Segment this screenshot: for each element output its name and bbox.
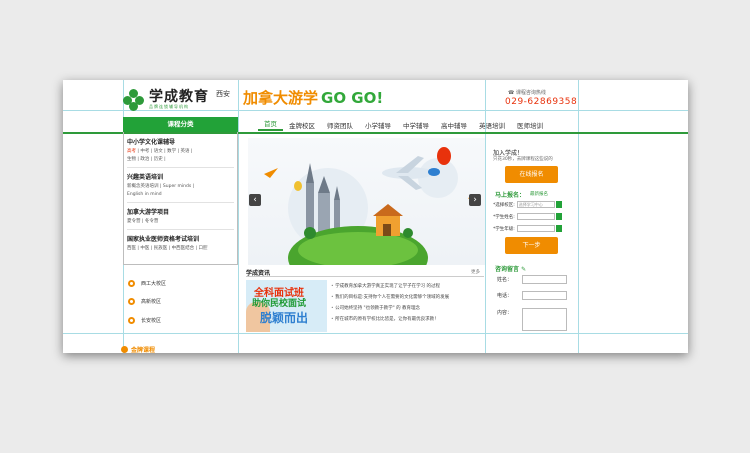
news-item[interactable]: 学成教育加拿大游学真正实现了让学子在学习 的过程: [331, 281, 491, 292]
news-item[interactable]: 所在城市的原有学校比比皆是，让你有最优良求教！: [331, 314, 491, 325]
main-nav: 首页 金牌校区 师资团队 小学辅导 中学辅导 高中辅导 英语培训 医师培训: [258, 117, 549, 132]
section-title-courses: 金牌课程: [121, 345, 155, 353]
category-links[interactable]: 高考 | 中考 | 语文 | 数学 | 英语 | 生物 | 政治 | 历史 |: [127, 148, 234, 164]
promo-main: 加拿大游学: [243, 89, 319, 107]
category-title[interactable]: 兴趣英语培训: [127, 172, 234, 181]
location-icon: [128, 280, 135, 287]
news-item[interactable]: 我们的目标是:支持你个人在需要的文化需够个领域的发展: [331, 292, 491, 303]
category-links[interactable]: 西医 | 中医 | 民族医 | 中西医结合 | 口腔: [127, 245, 234, 253]
campus-select[interactable]: 选择学习中心: [516, 201, 555, 208]
consult-phone-input[interactable]: [522, 291, 567, 300]
category-group: 加拿大游学项目 夏令营 | 冬令营: [127, 207, 234, 230]
select-dropdown-icon[interactable]: [555, 225, 562, 232]
web-page-mockup: 学成教育 品牌连锁辅导机构 西安 加拿大游学 GO GO! ☎ 课程咨询热线 02…: [63, 80, 688, 353]
category-title[interactable]: 加拿大游学项目: [127, 207, 234, 216]
hero-banner[interactable]: [248, 138, 485, 265]
guide-line: [578, 80, 579, 353]
student-grade-row: *学生年级:: [493, 225, 562, 232]
logo[interactable]: 学成教育 品牌连锁辅导机构: [123, 86, 209, 114]
promo-go: GO GO!: [321, 89, 384, 107]
field-marker-icon: [555, 213, 562, 220]
news-more-link[interactable]: 更多: [471, 269, 480, 275]
banner-prev-arrow[interactable]: ‹: [249, 194, 261, 206]
consult-phone-label: 电话：: [497, 293, 513, 299]
nav-item-middle[interactable]: 中学辅导: [397, 120, 435, 130]
banner-illustration: [264, 147, 480, 265]
news-image-line: 助你民校面试: [252, 299, 307, 309]
category-list: 中小学文化课辅导 高考 | 中考 | 语文 | 数学 | 英语 | 生物 | 政治…: [123, 132, 238, 265]
banner-next-arrow[interactable]: ›: [469, 194, 481, 206]
nav-item-primary[interactable]: 小学辅导: [359, 120, 397, 130]
logo-name: 学成教育: [149, 89, 209, 105]
category-header: 课程分类: [123, 117, 238, 132]
location-icon: [128, 298, 135, 305]
next-step-button[interactable]: 下一步: [505, 237, 558, 254]
nav-item-campus[interactable]: 金牌校区: [283, 120, 321, 130]
news-image-line: 脱颖而出: [260, 311, 309, 325]
signup-tip: 最新报名: [530, 192, 548, 197]
category-group: 兴趣英语培训 新概念英语培训 | Super minds | English in…: [127, 172, 234, 203]
category-title[interactable]: 国家执业医师资格考试培训: [127, 234, 234, 243]
campus-item[interactable]: 长安校区: [128, 317, 161, 324]
nav-item-teachers[interactable]: 师资团队: [321, 120, 359, 130]
guide-line: [63, 333, 688, 334]
nav-item-medical[interactable]: 医师培训: [511, 120, 549, 130]
select-dropdown-icon[interactable]: [555, 201, 562, 208]
hotline-number: 029-62869358: [505, 97, 578, 107]
consult-title: 咨询留言 ✎: [495, 266, 527, 273]
star-icon: [121, 346, 128, 353]
category-title[interactable]: 中小学文化课辅导: [127, 137, 234, 146]
nav-item-home[interactable]: 首页: [258, 118, 283, 131]
consult-content-textarea[interactable]: [522, 308, 567, 331]
student-name-row: *学生姓名:: [493, 213, 562, 220]
guide-line: [238, 80, 239, 353]
signup-title: 马上报名：: [495, 192, 526, 199]
consult-content-label: 内容：: [497, 310, 513, 316]
promo-headline[interactable]: 加拿大游学 GO GO!: [243, 87, 383, 108]
online-signup-button[interactable]: 在线报名: [505, 166, 558, 183]
campus-item[interactable]: 高新校区: [128, 298, 161, 305]
join-text: 只花30秒，去牌课程这些说的: [493, 157, 553, 162]
news-divider: [246, 276, 484, 277]
nav-item-high[interactable]: 高中辅导: [435, 120, 473, 130]
category-links[interactable]: 夏令营 | 冬令营: [127, 218, 234, 226]
nav-item-english[interactable]: 英语培训: [473, 120, 511, 130]
category-links[interactable]: 新概念英语培训 | Super minds | English in mind: [127, 183, 234, 199]
news-feature-image[interactable]: 全科面试班 助你民校面试 脱颖而出: [246, 280, 327, 332]
campus-select-row: *选择校区: 选择学习中心: [493, 201, 562, 208]
consult-name-label: 姓名：: [497, 277, 513, 283]
student-grade-select[interactable]: [516, 225, 555, 232]
category-group: 国家执业医师资格考试培训 西医 | 中医 | 民族医 | 中西医结合 | 口腔: [127, 234, 234, 256]
consult-name-input[interactable]: [522, 275, 567, 284]
category-group: 中小学文化课辅导 高考 | 中考 | 语文 | 数学 | 英语 | 生物 | 政治…: [127, 137, 234, 168]
location-icon: [128, 317, 135, 324]
campus-item[interactable]: 西工大校区: [128, 280, 166, 287]
news-item[interactable]: 公司始终坚持 "也领教于教学" 的 教育理念: [331, 303, 491, 314]
logo-mark-icon: [123, 89, 145, 111]
city-label: 西安: [216, 90, 230, 98]
hotline-label: ☎ 课程咨询热线: [508, 90, 546, 96]
news-list: 学成教育加拿大游学真正实现了让学子在学习 的过程 我们的目标是:支持你个人在需要…: [331, 281, 491, 325]
student-name-input[interactable]: [516, 213, 555, 220]
